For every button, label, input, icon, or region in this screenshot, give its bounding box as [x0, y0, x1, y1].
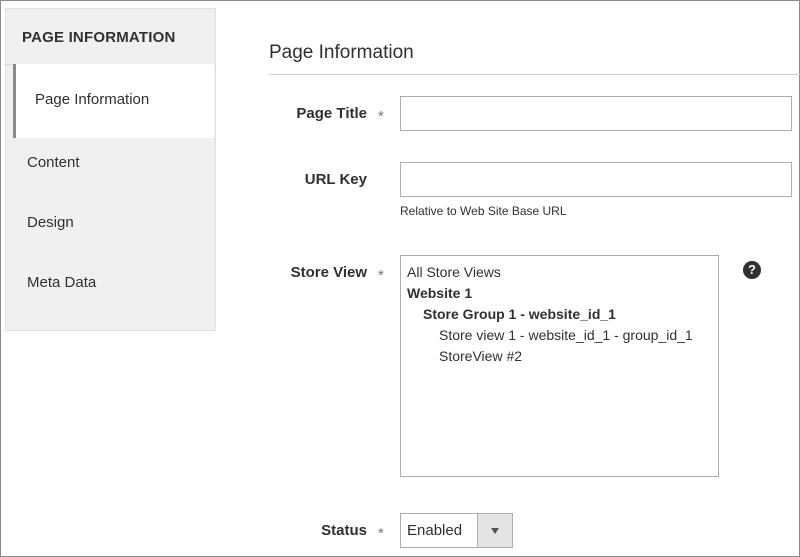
store-view-multiselect[interactable]: All Store Views Website 1 Store Group 1 … [400, 255, 719, 477]
store-view-option-store-group[interactable]: Store Group 1 - website_id_1 [407, 304, 718, 325]
section-divider [269, 74, 800, 75]
sidebar-item-meta-data[interactable]: Meta Data [5, 258, 216, 318]
sidebar-item-design[interactable]: Design [5, 198, 216, 258]
status-select[interactable]: Enabled [400, 513, 513, 548]
sidebar-header: PAGE INFORMATION [6, 9, 215, 65]
sidebar-item-content[interactable]: Content [5, 138, 216, 198]
required-asterisk: * [378, 267, 384, 284]
status-select-value: Enabled [407, 522, 463, 539]
status-label: Status [321, 522, 367, 539]
caret-down-icon [491, 528, 499, 534]
store-view-option-store-view-2[interactable]: StoreView #2 [407, 346, 718, 367]
required-asterisk: * [378, 525, 384, 542]
section-title: Page Information [269, 42, 414, 63]
sidebar-nav: Page Information Content Design Meta Dat… [5, 64, 216, 318]
dropdown-button[interactable] [477, 514, 512, 547]
store-view-option-store-view-1[interactable]: Store view 1 - website_id_1 - group_id_1 [407, 325, 718, 346]
page-title-input[interactable] [400, 96, 792, 131]
url-key-input[interactable] [400, 162, 792, 197]
sidebar-item-page-information[interactable]: Page Information [13, 64, 214, 138]
question-circle-icon[interactable]: ? [743, 261, 761, 279]
window-frame: PAGE INFORMATION Page Information Conten… [0, 0, 800, 557]
store-view-label: Store View [290, 264, 367, 281]
store-view-option-website[interactable]: Website 1 [407, 283, 718, 304]
url-key-note: Relative to Web Site Base URL [400, 204, 567, 218]
page-title-label: Page Title [296, 105, 367, 122]
store-view-option-all[interactable]: All Store Views [407, 262, 718, 283]
required-asterisk: * [378, 108, 384, 125]
url-key-label: URL Key [304, 171, 367, 188]
